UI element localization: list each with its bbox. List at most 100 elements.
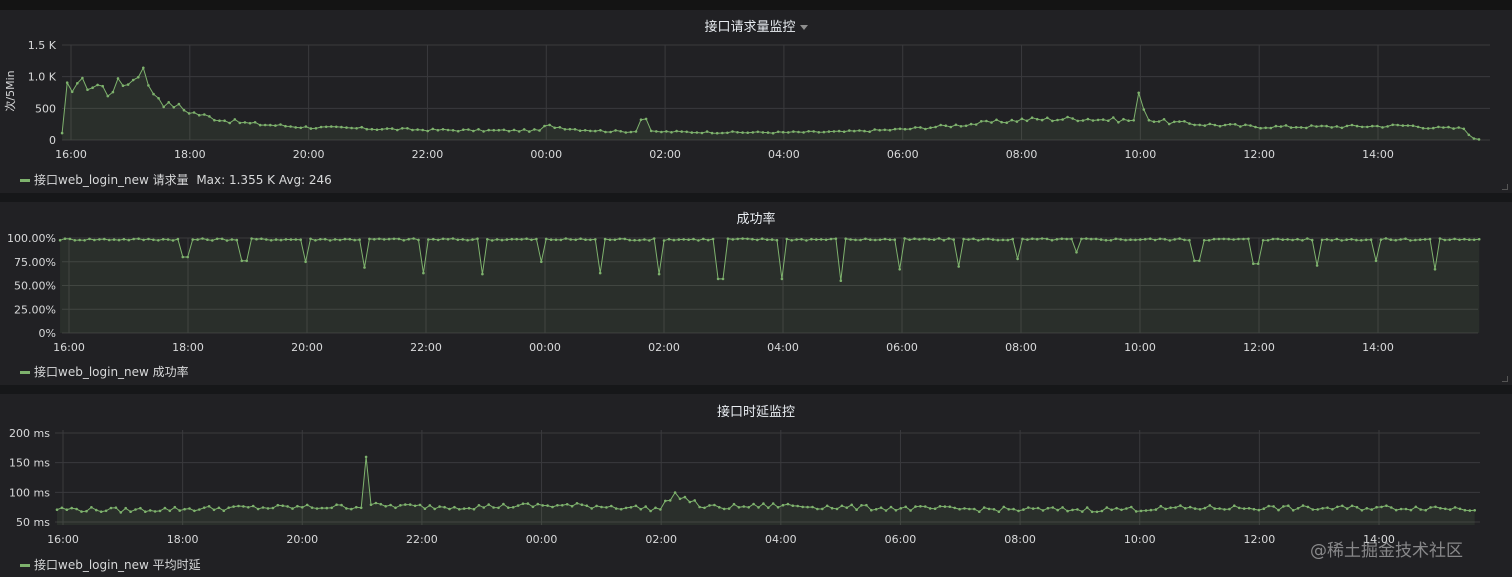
data-point [1169,506,1172,509]
data-point [579,237,582,240]
data-point [904,505,907,509]
y-tick-label: 50.00% [14,280,56,293]
series-area [62,67,1480,140]
chart-latency: 50 ms 100 ms 150 ms 200 ms 16:00 18:00 20:00 22… [9,427,1480,546]
legend-stats: Max: 1.355 K Avg: 246 [196,173,332,187]
data-point [800,238,803,241]
data-point [1162,118,1166,121]
data-point [1477,237,1481,241]
data-point [1453,506,1457,509]
data-point [608,238,612,242]
data-point [1468,509,1472,512]
data-point [747,506,750,509]
data-point [1423,238,1427,241]
data-point [1208,122,1212,126]
data-point [1213,123,1217,127]
data-point [507,129,511,133]
data-point [472,129,475,133]
data-point [147,84,150,87]
data-point [718,506,721,509]
data-point [859,238,862,242]
legend-latency[interactable]: 接口web_login_new 平均时延 [20,556,201,573]
chart-success-rate: 0% 25.00% 50.00% 75.00% 100.00% 16:00 18:00 20:… [7,232,1481,354]
data-point [505,238,509,241]
data-point [1360,509,1364,512]
data-point [1291,509,1295,512]
data-point [1325,238,1329,241]
data-point [1031,507,1035,510]
data-point [1458,238,1461,242]
data-point [752,502,755,506]
data-point [218,119,221,122]
data-point [1284,124,1288,127]
x-tick-label: 00:00 [529,341,561,354]
data-point [990,121,993,124]
data-point [531,505,535,509]
data-point [1157,120,1161,123]
data-point [207,505,211,508]
data-point [1198,123,1201,127]
data-point [957,265,960,268]
legend-request[interactable]: 接口web_login_new 请求量 Max: 1.355 K Avg: 24… [20,171,332,188]
series-area [60,238,1480,333]
data-point [60,131,64,135]
data-point [1406,124,1410,127]
data-point [373,238,376,241]
data-point [497,128,501,132]
data-point [913,237,916,240]
data-point [1007,508,1010,511]
data-point [543,124,546,128]
data-point [1120,508,1123,512]
data-point [1237,237,1240,241]
data-point [932,238,936,241]
data-point [1416,125,1420,129]
data-point [144,510,147,513]
data-point [1239,125,1242,128]
resize-handle[interactable] [1502,376,1508,382]
data-point [1017,509,1020,513]
data-point [516,504,520,507]
data-point [431,127,435,131]
data-point [421,128,425,132]
data-point [682,238,685,241]
legend-success[interactable]: 接口web_login_new 成功率 [20,363,189,380]
data-point [1107,119,1110,122]
data-point [644,505,647,508]
data-point [1391,123,1394,127]
data-point [683,495,687,499]
panel-title-request[interactable]: 接口请求量监控 [0,16,1512,35]
data-point [63,237,67,240]
data-point [1027,506,1030,509]
resize-handle[interactable] [1502,184,1508,190]
data-point [908,127,912,131]
data-point [977,239,980,242]
data-point [670,131,673,134]
data-point [314,239,317,242]
data-point [148,509,152,512]
data-point [70,506,73,510]
data-point [1242,237,1245,241]
data-point [968,507,971,511]
data-point [869,238,872,241]
data-point [589,129,592,133]
data-point [55,508,59,511]
data-point [655,130,658,133]
data-point [634,130,638,133]
data-point [662,239,666,242]
data-point [898,268,901,271]
data-point [536,502,540,506]
data-point [1336,505,1339,509]
data-point [1000,120,1003,124]
data-point [1202,239,1206,242]
data-point [472,507,476,511]
data-point [1006,238,1010,242]
data-point [456,129,460,133]
data-point [1085,237,1088,240]
data-point [157,239,160,242]
data-point [1439,506,1442,510]
panel-title-latency[interactable]: 接口时延监控 [0,401,1512,420]
chevron-down-icon[interactable] [799,25,808,30]
data-point [103,237,106,241]
data-point [580,503,584,506]
data-point [525,237,528,240]
